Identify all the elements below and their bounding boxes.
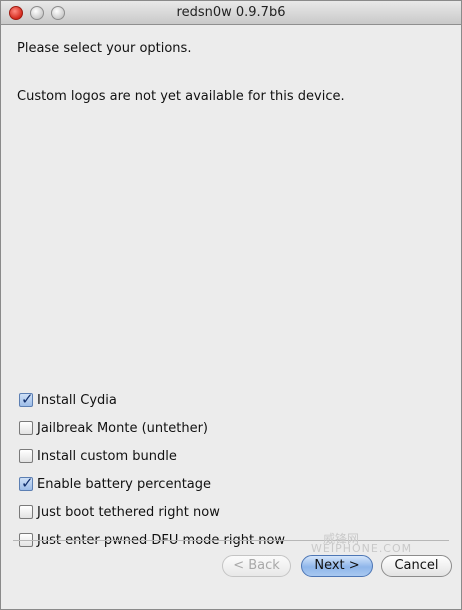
back-button[interactable]: < Back bbox=[222, 555, 291, 577]
watermark-url-text: WEIPHONE.COM bbox=[311, 542, 413, 555]
title-bar[interactable]: redsn0w 0.9.7b6 bbox=[1, 1, 461, 25]
just-boot-tethered-label[interactable]: Just boot tethered right now bbox=[37, 505, 220, 520]
custom-logo-note: Custom logos are not yet available for t… bbox=[17, 89, 345, 104]
redsn0w-window: redsn0w 0.9.7b6 Please select your optio… bbox=[0, 0, 462, 610]
just-boot-tethered-checkbox[interactable] bbox=[19, 505, 33, 519]
option-jailbreak-monte[interactable]: Jailbreak Monte (untether) bbox=[19, 414, 285, 442]
enable-battery-percentage-checkbox[interactable]: ✓ bbox=[19, 474, 34, 492]
checkmark-icon: ✓ bbox=[21, 390, 34, 408]
install-cydia-checkbox[interactable]: ✓ bbox=[19, 390, 34, 408]
option-just-boot-tethered[interactable]: Just boot tethered right now bbox=[19, 498, 285, 526]
jailbreak-monte-checkbox[interactable] bbox=[19, 421, 33, 435]
options-panel: Please select your options. Custom logos… bbox=[1, 26, 461, 609]
install-custom-bundle-checkbox[interactable] bbox=[19, 449, 33, 463]
cancel-button[interactable]: Cancel bbox=[381, 555, 452, 577]
next-button[interactable]: Next > bbox=[301, 555, 373, 577]
checkmark-icon: ✓ bbox=[21, 474, 34, 492]
prompt-text: Please select your options. bbox=[17, 41, 192, 56]
weiphone-watermark: 威锋网 WEIPHONE.COM bbox=[271, 528, 441, 556]
install-custom-bundle-label[interactable]: Install custom bundle bbox=[37, 449, 177, 464]
jailbreak-monte-label[interactable]: Jailbreak Monte (untether) bbox=[37, 421, 208, 436]
option-install-custom-bundle[interactable]: Install custom bundle bbox=[19, 442, 285, 470]
option-install-cydia[interactable]: ✓ Install Cydia bbox=[19, 386, 285, 414]
option-enable-battery-percentage[interactable]: ✓ Enable battery percentage bbox=[19, 470, 285, 498]
window-title: redsn0w 0.9.7b6 bbox=[176, 5, 286, 20]
enable-battery-percentage-label[interactable]: Enable battery percentage bbox=[37, 477, 211, 492]
options-list: ✓ Install Cydia Jailbreak Monte (untethe… bbox=[19, 386, 285, 554]
install-cydia-label[interactable]: Install Cydia bbox=[37, 393, 117, 408]
